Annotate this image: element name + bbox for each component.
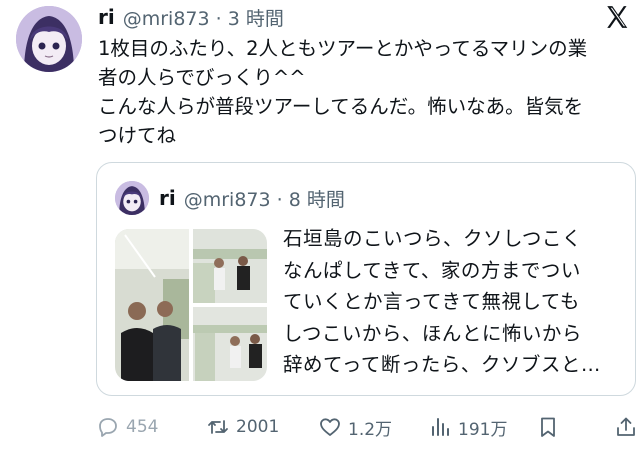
quoted-post-text: 石垣島のこいつら、クソしつこく なんぱしてきて、家の方までつい ていくとか言って… bbox=[283, 223, 629, 381]
photo-1 bbox=[115, 229, 189, 381]
avatar-illustration bbox=[115, 181, 149, 215]
like-count: 1.2万 bbox=[348, 419, 393, 440]
share-icon bbox=[617, 417, 635, 436]
views-count: 191万 bbox=[458, 419, 508, 440]
post-text-line: 者の人らでびっくり^^ bbox=[98, 66, 306, 89]
heart-icon bbox=[320, 418, 340, 436]
quoted-author-handle-time: @mri873 · 8 時間 bbox=[183, 188, 345, 211]
retweet-button[interactable]: 2001 bbox=[206, 410, 279, 444]
quoted-text-line: 辞めてって断ったら、クソブスと… bbox=[283, 353, 601, 376]
reply-icon bbox=[99, 418, 117, 437]
avatar-illustration bbox=[16, 6, 82, 72]
quoted-text-line: しつこいから、ほんとに怖いから bbox=[283, 321, 582, 345]
views-icon bbox=[432, 418, 449, 436]
quoted-post-header: ri @mri873 · 8 時間 bbox=[159, 185, 345, 211]
views-button[interactable]: 191万 bbox=[428, 410, 507, 444]
quoted-author-name: ri bbox=[159, 186, 176, 210]
bookmark-icon bbox=[541, 417, 555, 437]
share-button[interactable] bbox=[614, 410, 640, 444]
quoted-author-avatar[interactable] bbox=[115, 181, 149, 215]
post-text-line: 1枚目のふたり、2人ともツアーとかやってるマリンの業 bbox=[98, 37, 588, 60]
retweet-icon bbox=[208, 420, 228, 434]
bookmark-button[interactable] bbox=[536, 410, 566, 444]
reply-button[interactable]: 454 bbox=[96, 410, 158, 444]
photo-grid bbox=[115, 229, 267, 381]
post-text-line: つけてね bbox=[98, 124, 177, 147]
post-text: 1枚目のふたり、2人ともツアーとかやってるマリンの業 者の人らでびっくり^^ こ… bbox=[98, 34, 638, 150]
post-text-line: こんな人らが普段ツアーしてるんだ。怖いなあ。皆気を bbox=[98, 95, 584, 118]
quoted-text-line: なんぱしてきて、家の方までつい bbox=[283, 258, 581, 282]
author-handle-time[interactable]: @mri873 · 3 時間 bbox=[123, 4, 284, 31]
action-bar: 454 2001 1.2万 191万 bbox=[96, 410, 636, 444]
quoted-media-grid[interactable] bbox=[115, 229, 267, 381]
like-button[interactable]: 1.2万 bbox=[318, 410, 392, 444]
post-header: ri @mri873 · 3 時間 bbox=[98, 4, 284, 30]
quoted-text-line: ていくとか言ってきて無視しても bbox=[283, 290, 580, 313]
x-logo-icon bbox=[607, 6, 628, 28]
quoted-post-card[interactable]: ri @mri873 · 8 時間 石垣島のこいつら、クソしつこく なんぱしてき… bbox=[96, 162, 636, 396]
quoted-text-line: 石垣島のこいつら、クソしつこく bbox=[283, 227, 582, 250]
photo-3 bbox=[193, 307, 267, 381]
author-name[interactable]: ri bbox=[98, 5, 115, 29]
author-avatar[interactable] bbox=[16, 6, 82, 72]
reply-count: 454 bbox=[126, 417, 159, 437]
retweet-count: 2001 bbox=[236, 417, 280, 437]
photo-2 bbox=[193, 229, 267, 303]
